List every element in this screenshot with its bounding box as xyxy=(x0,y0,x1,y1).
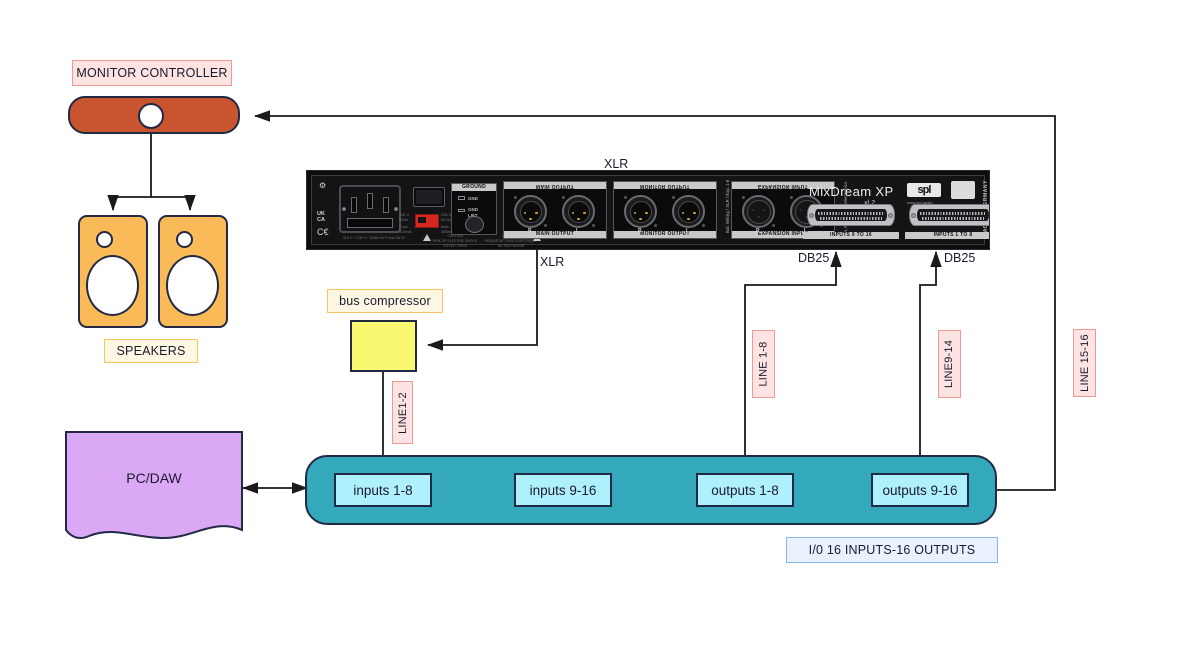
power-switch[interactable] xyxy=(413,187,445,207)
diagram-canvas: MONITOR CONTROLLER SPEAKERS bus compress… xyxy=(0,0,1198,672)
xlr-main-output-left[interactable] xyxy=(562,195,595,228)
voltage-selector[interactable] xyxy=(415,214,439,228)
cable-label-xlr-top: XLR xyxy=(604,157,629,171)
io-box-outputs-9-16-label: outputs 9-16 xyxy=(882,482,958,498)
waste-bin-icon: ⚙ xyxy=(319,181,327,190)
woofer-icon xyxy=(166,255,219,316)
tweeter-icon xyxy=(96,231,113,248)
ground-gnd-label: GND xyxy=(468,196,478,201)
monitor-controller-label-text: MONITOR CONTROLLER xyxy=(76,66,228,80)
io-box-inputs-9-16[interactable]: inputs 9-16 xyxy=(514,473,612,507)
speakers-label-text: SPEAKERS xyxy=(116,344,186,358)
panel-inputs-9-16-caption: INPUTS 9 TO 16 xyxy=(803,232,899,239)
xlr-main-output-right[interactable] xyxy=(514,195,547,228)
voltage-115-fuse-label: Fuse 315mA xyxy=(399,224,412,234)
bus-compressor-label: bus compressor xyxy=(327,289,443,313)
power-rating-text: 115 V~ / 230 V~ 50/60 Hz P max 56 W xyxy=(343,236,405,240)
panel-main-output-caption-bottom: MAIN OUTPUT xyxy=(504,231,606,238)
mixdream-xp-rear-panel: ⚙ UK CA C€ 115 V 50Hz Fuse 315mA 230 V 60 H… xyxy=(306,170,990,250)
pc-daw-block: PC/DAW xyxy=(64,430,244,542)
pc-daw-shape xyxy=(65,431,243,540)
cable-label-db25-left: DB25 xyxy=(798,251,830,265)
ground-lift-switch[interactable] xyxy=(465,216,484,233)
panel-monitor-output: MONITOR OUTPUT MONITOR OUTPUT R L xyxy=(613,181,717,239)
cable-label-db25-right: DB25 xyxy=(944,251,976,265)
panel-monitor-output-caption-top: MONITOR OUTPUT xyxy=(614,182,716,189)
inlet-pin-left xyxy=(351,197,357,213)
xlr-monitor-output-left[interactable] xyxy=(672,195,705,228)
speaker-right xyxy=(158,215,228,328)
db25-inputs-1-8[interactable] xyxy=(909,204,989,226)
xlr-expansion-input-right[interactable] xyxy=(742,195,775,228)
io-box-inputs-1-8[interactable]: inputs 1-8 xyxy=(334,473,432,507)
monitor-volume-knob[interactable] xyxy=(138,103,164,129)
side-text-expansion: Bal. Wiring / XLR / Exp. 1-8 xyxy=(725,179,730,233)
caution-text: CAUTION RISK OF ELECTRIC SHOCK DO NOT OPEN xyxy=(433,234,478,248)
panel-main-output: MAIN OUTPUT MAIN OUTPUT R L xyxy=(503,181,607,239)
bus-compressor-label-text: bus compressor xyxy=(339,294,431,308)
ukca-mark: UK CA xyxy=(317,211,325,223)
monitor-controller-device[interactable] xyxy=(68,96,240,134)
io-box-outputs-9-16[interactable]: outputs 9-16 xyxy=(871,473,969,507)
ground-lift-mark xyxy=(458,209,465,212)
cable-label-xlr-main: XLR xyxy=(540,255,565,269)
io-box-inputs-9-16-label: inputs 9-16 xyxy=(529,482,597,498)
io-interface-caption: I/0 16 INPUTS-16 OUTPUTS xyxy=(786,537,998,563)
speakers-label: SPEAKERS xyxy=(104,339,198,363)
panel-inputs-9-16: INPUTS 9 TO 16 xyxy=(803,204,899,239)
inlet-pin-center xyxy=(367,193,373,209)
inlet-fuse-drawer xyxy=(347,218,393,228)
pc-daw-label: PC/DAW xyxy=(126,470,182,486)
ground-panel: GROUND GND GND LIFT xyxy=(451,183,497,235)
serial-plate xyxy=(951,181,975,199)
db25-inputs-9-16[interactable] xyxy=(807,204,895,226)
cable-label-line-1-2: LINE1-2 xyxy=(392,381,413,444)
iec-power-inlet xyxy=(339,185,401,233)
monitor-controller-label: MONITOR CONTROLLER xyxy=(72,60,232,86)
cable-label-line-1-8: LINE 1-8 xyxy=(752,330,775,398)
xlr-main-output-left-label: L xyxy=(576,228,580,234)
voltage-230-label: 230 V 60 Hz xyxy=(441,212,452,222)
cable-label-line-9-14-text: LINE9-14 xyxy=(943,339,956,389)
io-box-outputs-1-8-label: outputs 1-8 xyxy=(711,482,779,498)
woofer-icon xyxy=(86,255,139,316)
ce-mark: C€ xyxy=(317,227,329,237)
speaker-left xyxy=(78,215,148,328)
spl-logo: spl xyxy=(907,183,941,197)
cable-label-line-9-14: LINE9-14 xyxy=(938,330,961,398)
tweeter-icon xyxy=(176,231,193,248)
cable-label-line-1-8-text: LINE 1-8 xyxy=(757,341,770,387)
panel-inputs-1-8: INPUTS 1 TO 8 xyxy=(905,204,989,239)
panel-monitor-output-caption-bottom: MONITOR OUTPUT xyxy=(614,231,716,238)
xlr-monitor-output-right[interactable] xyxy=(624,195,657,228)
voltage-115-label: 115 V 50Hz xyxy=(399,212,410,222)
ground-gnd-mark xyxy=(458,196,465,200)
xlr-monitor-output-right-label: R xyxy=(638,228,642,234)
inlet-screw-left xyxy=(342,207,346,211)
xlr-monitor-output-left-label: L xyxy=(686,228,690,234)
bus-compressor-device[interactable] xyxy=(350,320,417,372)
panel-inputs-1-8-caption: INPUTS 1 TO 8 xyxy=(905,232,989,239)
io-box-inputs-1-8-label: inputs 1-8 xyxy=(353,482,413,498)
cable-label-line-15-16: LINE 15-16 xyxy=(1073,329,1096,397)
xlr-expansion-right-label: R xyxy=(756,228,760,234)
cable-label-line-1-2-text: LINE1-2 xyxy=(396,391,409,434)
inlet-pin-right xyxy=(383,197,389,213)
brand-name: MixDream XP xyxy=(809,184,894,199)
panel-main-output-caption-top: MAIN OUTPUT xyxy=(504,182,606,189)
xlr-main-output-right-label: R xyxy=(528,228,532,234)
inlet-screw-right xyxy=(394,207,398,211)
warning-triangle-left-icon xyxy=(423,234,431,241)
io-box-outputs-1-8[interactable]: outputs 1-8 xyxy=(696,473,794,507)
cable-label-line-15-16-text: LINE 15-16 xyxy=(1078,334,1091,392)
io-interface-caption-text: I/0 16 INPUTS-16 OUTPUTS xyxy=(808,543,976,557)
ground-panel-caption: GROUND xyxy=(452,184,496,191)
